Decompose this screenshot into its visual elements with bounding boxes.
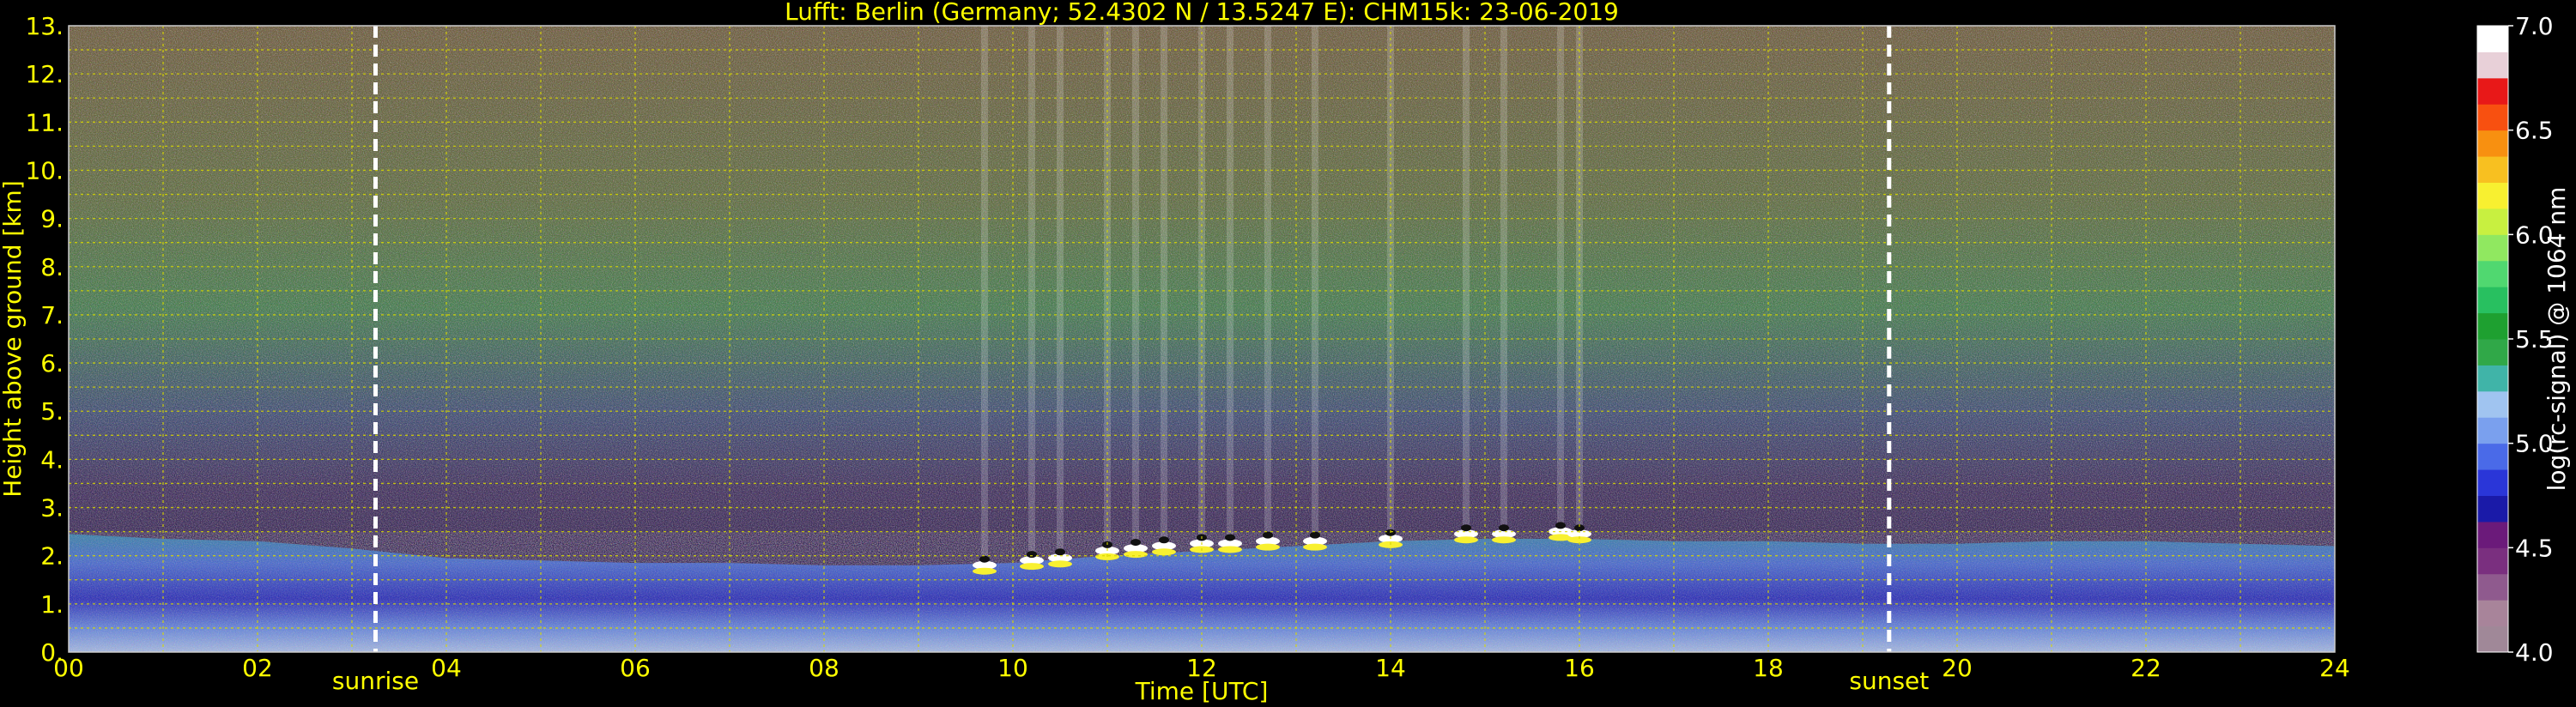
- x-tick-label: 02: [242, 654, 273, 682]
- colorbar-segment: [2477, 573, 2508, 601]
- y-axis-label: Height above ground [km]: [0, 180, 27, 498]
- colorbar-tick-label: 7.0: [2515, 12, 2554, 40]
- y-axis-ticks: 0. 1. 2. 3. 4. 5. 6. 7. 8. 9. 10. 11. 12. 13.: [25, 12, 64, 667]
- colorbar-segment: [2477, 600, 2508, 627]
- y-tick-label: 12.: [25, 60, 64, 88]
- colorbar-segment: [2477, 104, 2508, 131]
- y-tick-label: 6.: [40, 349, 64, 378]
- event-labels: sunrise sunset: [332, 667, 1929, 695]
- colorbar-segment: [2477, 260, 2508, 287]
- y-tick-label: 0.: [40, 638, 64, 667]
- x-tick-label: 20: [1942, 654, 1973, 682]
- colorbar-segment: [2477, 521, 2508, 548]
- colorbar-segment: [2477, 339, 2508, 366]
- x-tick-label: 10: [997, 654, 1028, 682]
- y-tick-label: 1.: [40, 590, 64, 619]
- colorbar-segment: [2477, 390, 2508, 418]
- y-tick-label: 5.: [40, 397, 64, 426]
- x-tick-label: 04: [431, 654, 462, 682]
- colorbar-segment: [2477, 312, 2508, 340]
- colorbar-segment: [2477, 182, 2508, 209]
- x-tick-label: 14: [1375, 654, 1406, 682]
- x-axis-label: Time [UTC]: [1135, 677, 1269, 705]
- colorbar-segment: [2477, 547, 2508, 575]
- y-tick-label: 11.: [25, 108, 64, 136]
- colorbar-segment: [2477, 287, 2508, 314]
- colorbar-segment: [2477, 495, 2508, 523]
- x-tick-label: 22: [2131, 654, 2161, 682]
- y-tick-label: 4.: [40, 445, 64, 474]
- colorbar-segment: [2477, 234, 2508, 262]
- y-tick-label: 7.: [40, 301, 64, 329]
- plot-area: [68, 25, 2336, 653]
- x-tick-label: 18: [1753, 654, 1784, 682]
- colorbar-segment: [2477, 365, 2508, 392]
- colorbar-tick-label: 4.5: [2515, 534, 2554, 562]
- x-tick-label: 16: [1564, 654, 1595, 682]
- colorbar-label: log(rc-signal) @ 1064 nm: [2543, 187, 2571, 492]
- colorbar-segment: [2477, 156, 2508, 183]
- colorbar-tick-label: 4.0: [2515, 638, 2554, 667]
- y-tick-label: 10.: [25, 156, 64, 184]
- lidar-figure: 00 02 04 06 08 10 12 14 16 18 20 22 24 0.1.2.3.4.5.6…: [0, 0, 2571, 705]
- colorbar-segment: [2477, 130, 2508, 157]
- y-tick-label: 2.: [40, 542, 64, 571]
- colorbar-segment: [2477, 26, 2508, 52]
- colorbar-segment: [2477, 443, 2508, 470]
- sunrise-label: sunrise: [332, 667, 419, 695]
- colorbar: [2476, 25, 2509, 653]
- colorbar-segment: [2477, 469, 2508, 496]
- y-tick-label: 9.: [40, 205, 64, 233]
- chart-title: Lufft: Berlin (Germany; 52.4302 N / 13.5…: [785, 0, 1619, 26]
- x-tick-label: 24: [2319, 654, 2350, 682]
- y-tick-label: 8.: [40, 253, 64, 281]
- y-tick-label: 3.: [40, 494, 64, 523]
- colorbar-segment: [2477, 625, 2508, 653]
- x-tick-label: 08: [809, 654, 839, 682]
- colorbar-segment: [2477, 51, 2508, 79]
- colorbar-segment: [2477, 77, 2508, 105]
- colorbar-segment: [2477, 208, 2508, 235]
- y-tick-label: 13.: [25, 12, 64, 40]
- x-tick-label: 06: [620, 654, 651, 682]
- colorbar-segment: [2477, 417, 2508, 444]
- sunset-label: sunset: [1849, 667, 1929, 695]
- colorbar-tick-label: 6.5: [2515, 117, 2554, 145]
